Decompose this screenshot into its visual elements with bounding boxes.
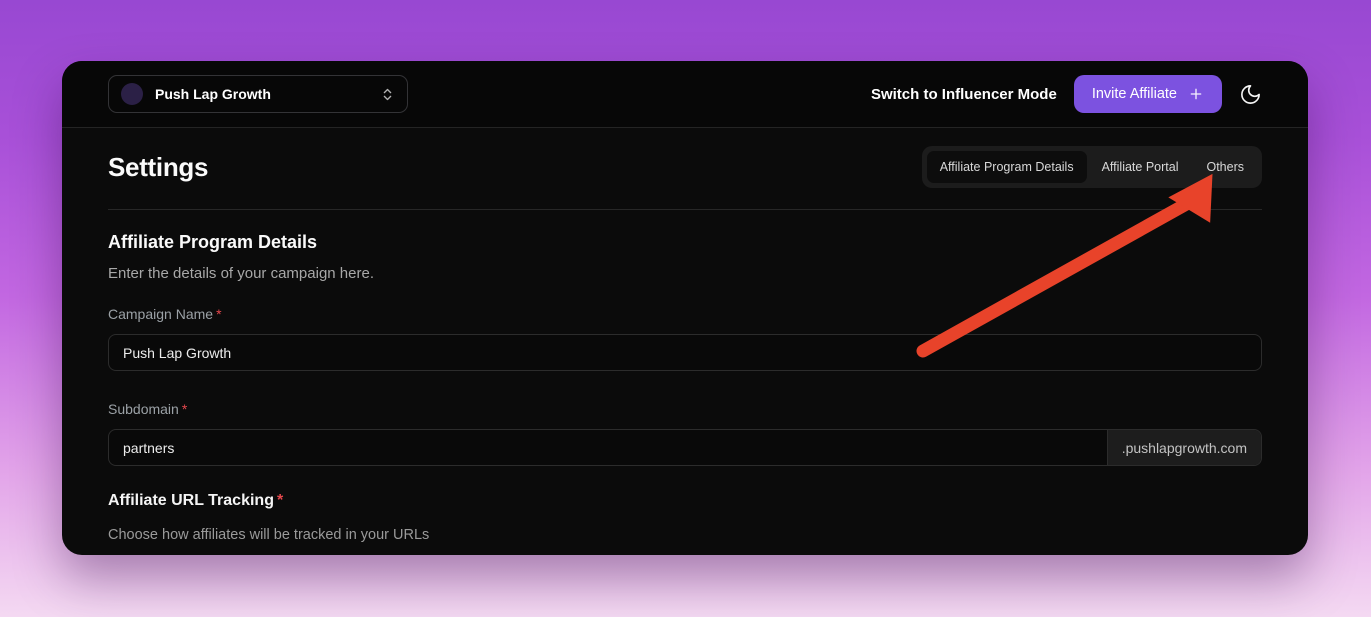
campaign-name-label: Campaign Name* (108, 306, 222, 322)
subdomain-field: Subdomain* .pushlapgrowth.com (108, 401, 1262, 466)
invite-affiliate-label: Invite Affiliate (1092, 86, 1177, 102)
header-row: Settings Affiliate Program Details Affil… (108, 146, 1262, 188)
subdomain-input-group: .pushlapgrowth.com (108, 429, 1262, 466)
topbar-actions: Switch to Influencer Mode Invite Affilia… (871, 75, 1262, 113)
settings-tabs: Affiliate Program Details Affiliate Port… (922, 146, 1262, 188)
required-asterisk: * (216, 306, 221, 322)
moon-icon (1239, 83, 1262, 106)
subdomain-label-text: Subdomain (108, 401, 179, 417)
plus-icon (1188, 86, 1204, 102)
url-tracking-heading: Affiliate URL Tracking* (108, 492, 1262, 510)
theme-toggle-button[interactable] (1239, 83, 1262, 106)
url-tracking-description: Choose how affiliates will be tracked in… (108, 527, 1262, 543)
section-subheading: Enter the details of your campaign here. (108, 265, 1262, 282)
workspace-name: Push Lap Growth (155, 86, 368, 102)
url-tracking-label-text: Affiliate URL Tracking (108, 492, 274, 509)
campaign-name-label-text: Campaign Name (108, 306, 213, 322)
required-asterisk: * (277, 492, 283, 509)
chevrons-up-down-icon (380, 87, 395, 102)
settings-content: Settings Affiliate Program Details Affil… (62, 128, 1308, 555)
tab-affiliate-program-details[interactable]: Affiliate Program Details (927, 151, 1087, 183)
campaign-name-input[interactable] (108, 334, 1262, 371)
header-divider (108, 209, 1262, 210)
campaign-name-field: Campaign Name* (108, 306, 1262, 371)
subdomain-input[interactable] (109, 430, 1107, 465)
section-heading: Affiliate Program Details (108, 232, 1262, 253)
workspace-avatar (121, 83, 143, 105)
required-asterisk: * (182, 401, 187, 417)
subdomain-suffix: .pushlapgrowth.com (1107, 430, 1261, 465)
tab-others[interactable]: Others (1193, 151, 1257, 183)
switch-mode-link[interactable]: Switch to Influencer Mode (871, 86, 1057, 103)
page-title: Settings (108, 152, 208, 183)
topbar: Push Lap Growth Switch to Influencer Mod… (62, 61, 1308, 128)
tab-affiliate-portal[interactable]: Affiliate Portal (1089, 151, 1192, 183)
subdomain-label: Subdomain* (108, 401, 187, 417)
invite-affiliate-button[interactable]: Invite Affiliate (1074, 75, 1222, 113)
settings-window: Push Lap Growth Switch to Influencer Mod… (62, 61, 1308, 555)
workspace-selector[interactable]: Push Lap Growth (108, 75, 408, 113)
